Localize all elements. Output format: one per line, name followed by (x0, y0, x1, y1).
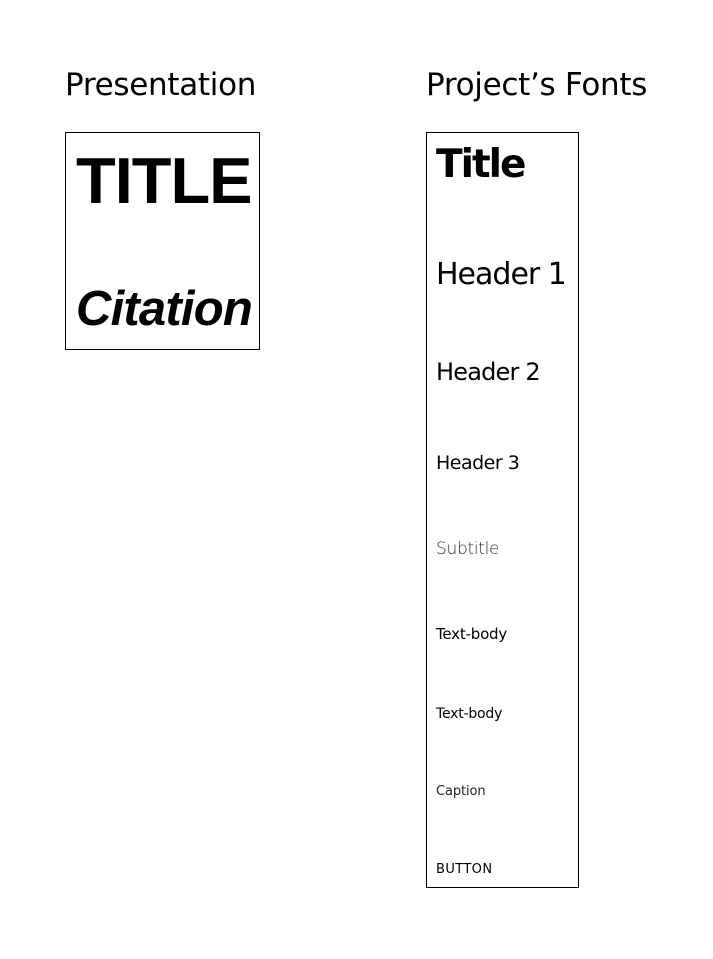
presentation-title-sample: TITLE (76, 144, 253, 217)
font-sample-title: Title (436, 142, 526, 187)
font-sample-text-body-medium: Text-body (436, 625, 508, 643)
presentation-card: TITLE Citation (65, 132, 260, 350)
font-sample-text-body-regular: Text-body (436, 706, 503, 722)
presentation-citation-sample: Citation (76, 282, 253, 336)
project-fonts-card: Title Header 1 Header 2 Header 3 Subtitl… (426, 132, 579, 888)
font-sample-button: BUTTON (436, 862, 493, 877)
font-sample-header-1: Header 1 (436, 257, 567, 292)
project-fonts-heading: Project’s Fonts (426, 67, 648, 103)
font-sample-header-3: Header 3 (436, 452, 520, 474)
font-sample-caption: Caption (436, 784, 486, 799)
font-sample-subtitle: Subtitle (436, 539, 500, 559)
presentation-heading: Presentation (65, 67, 257, 103)
font-sample-header-2: Header 2 (436, 358, 541, 386)
